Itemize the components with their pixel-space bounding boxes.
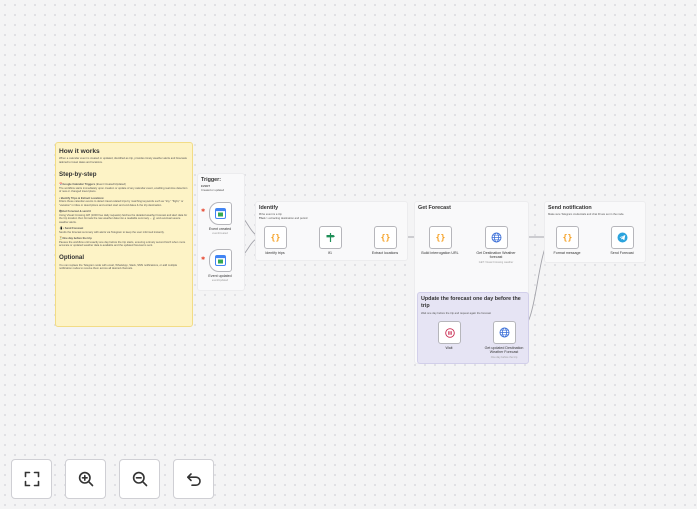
send-notification-title: Send notification [548, 205, 592, 211]
trigger-title: Trigger: [201, 177, 222, 183]
how-it-works-note[interactable]: How it works When a calendar event is cr… [55, 142, 193, 327]
event-updated-node[interactable] [209, 249, 232, 272]
step-5-title: ⏳One day before the trip [59, 237, 92, 240]
code-braces-icon: {} [562, 233, 573, 242]
forecast-title: Get Forecast [418, 205, 451, 211]
format-message-label: Format message [553, 251, 581, 255]
update-title: Update the forecast one day before the t… [421, 296, 521, 309]
code-braces-icon: {} [435, 233, 446, 242]
zoom-out-icon [132, 471, 147, 487]
undo-icon [186, 473, 201, 486]
if-label: If1 [328, 251, 332, 255]
format-message-node[interactable]: {} [556, 226, 579, 249]
get-weather-node[interactable] [485, 226, 508, 249]
step-1-title: 📅Google Calendar Triggers [59, 183, 96, 186]
zoom-in-icon [78, 471, 93, 487]
step-5-text: Pauses the workflow until exactly one da… [59, 240, 186, 248]
wait-node[interactable] [438, 321, 461, 344]
how-it-works-intro: When a calendar event is created or upda… [59, 157, 187, 164]
zoom-in-button[interactable] [65, 459, 106, 499]
get-weather-label: Get Destination Weather forecast [476, 251, 516, 260]
optional-text: You can replace the Telegram node with e… [59, 263, 178, 271]
get-updated-sub: One day before the trip [490, 356, 518, 359]
send-forecast-node[interactable] [611, 226, 634, 249]
step-1-title-suffix: (Event Created/Updated) [95, 183, 126, 186]
fit-view-icon [24, 471, 39, 487]
get-updated-label: Get updated Destination Weather Forecast [484, 346, 524, 355]
identify-title: Identify [259, 205, 279, 211]
build-url-node[interactable]: {} [429, 226, 452, 249]
event-created-sub: eventCreated [212, 232, 228, 235]
identify-trips-label: Identify trips [265, 251, 285, 255]
trigger-star-icon-2: ✱ [201, 256, 206, 262]
get-updated-node[interactable] [493, 321, 516, 344]
extract-locations-node[interactable]: {} [374, 226, 397, 249]
step-by-step-title: Step-by-step [59, 171, 97, 178]
telegram-icon [617, 232, 628, 243]
send-notification-text: Make sure Telegram credentials and chat … [548, 213, 625, 216]
wait-label: Wait [445, 346, 453, 350]
extract-locations-label: Extract locations [371, 251, 399, 255]
how-it-works-title: How it works [59, 148, 100, 155]
step-4-text: Sends the forecast summary with alerts v… [59, 230, 165, 234]
identify-line2: Then > extracting destination and period [259, 217, 404, 221]
get-weather-sub: GET: Visual Crossing weather [478, 261, 514, 264]
update-text: Wait one day before the trip and request… [421, 312, 491, 315]
step-3-title: 🌤Get Forecast & send it [59, 210, 91, 213]
zoom-out-button[interactable] [119, 459, 160, 499]
step-1-text: The workflow starts immediately upon cre… [59, 186, 188, 194]
globe-icon [499, 327, 510, 338]
branch-signpost-icon [326, 233, 335, 242]
identify-trips-node[interactable]: {} [264, 226, 287, 249]
google-calendar-icon [215, 208, 226, 219]
build-url-label: Build interrogation URL [421, 251, 459, 255]
trigger-star-icon: ✱ [201, 208, 206, 214]
event-updated-label: Event updated [208, 274, 232, 278]
optional-title: Optional [59, 253, 85, 261]
undo-button[interactable] [173, 459, 214, 499]
pause-icon [444, 327, 455, 338]
google-calendar-icon [215, 255, 226, 266]
send-forecast-label: Send Forecast [610, 251, 634, 255]
code-braces-icon: {} [270, 233, 281, 242]
identify-line2-text: > extracting destination and period [265, 216, 308, 220]
if-node[interactable] [319, 226, 342, 249]
trigger-sub2: Created or updated [201, 188, 225, 192]
event-created-node[interactable] [209, 202, 232, 225]
event-updated-sub: eventUpdated [211, 279, 229, 282]
step-2-text: Filters these calendar events to detect … [59, 200, 184, 207]
event-created-label: Event created [208, 227, 232, 231]
globe-icon [491, 232, 502, 243]
step-4-title: 📲 • Send Forecast [59, 227, 84, 230]
code-braces-icon: {} [380, 233, 391, 242]
fit-view-button[interactable] [11, 459, 52, 499]
step-3-text: Using Visual Crossing API (1000 free dai… [59, 213, 188, 224]
